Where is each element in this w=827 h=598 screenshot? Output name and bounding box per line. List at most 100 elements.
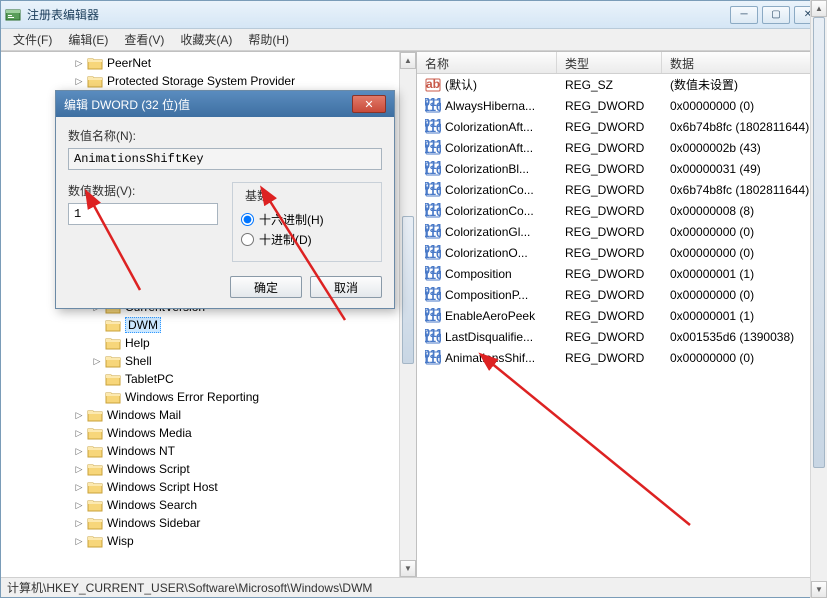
tree-node[interactable]: Help <box>1 334 416 352</box>
tree-toggle-icon[interactable]: ▷ <box>73 445 85 457</box>
tree-node[interactable]: ▷ Windows Script Host <box>1 478 416 496</box>
tree-toggle-icon[interactable]: ▷ <box>73 427 85 439</box>
cell-name: 011110Composition <box>417 266 557 282</box>
tree-toggle-icon[interactable]: ▷ <box>91 355 103 367</box>
tree-node[interactable]: ▷ Windows Search <box>1 496 416 514</box>
tree-toggle-icon[interactable]: ▷ <box>73 535 85 547</box>
minimize-button[interactable]: ─ <box>730 6 758 24</box>
cell-type: REG_DWORD <box>557 330 662 344</box>
list-row[interactable]: 011110EnableAeroPeekREG_DWORD0x00000001 … <box>417 305 826 326</box>
radio-dec-label: 十进制(D) <box>259 231 312 248</box>
dialog-titlebar[interactable]: 编辑 DWORD (32 位)值 ✕ <box>56 91 394 117</box>
list-body[interactable]: ab(默认)REG_SZ(数值未设置)011110AlwaysHiberna..… <box>417 74 826 577</box>
scroll-down-button[interactable]: ▼ <box>400 560 416 577</box>
tree-toggle-icon[interactable]: ▷ <box>73 75 85 87</box>
tree-toggle-icon[interactable]: ▷ <box>73 463 85 475</box>
menu-help[interactable]: 帮助(H) <box>240 29 297 50</box>
list-row[interactable]: 011110ColorizationCo...REG_DWORD0x000000… <box>417 200 826 221</box>
cell-data: 0x6b74b8fc (1802811644) <box>662 183 826 197</box>
tree-node[interactable]: ▷Windows Sidebar <box>1 514 416 532</box>
ok-button[interactable]: 确定 <box>230 276 302 298</box>
col-header-name[interactable]: 名称 <box>417 52 557 73</box>
tree-scrollbar[interactable]: ▲ ▼ <box>399 52 416 577</box>
svg-text:110: 110 <box>425 352 441 366</box>
list-pane: 名称 类型 数据 ab(默认)REG_SZ(数值未设置)011110Always… <box>417 52 826 577</box>
tree-node[interactable]: ▷Protected Storage System Provider <box>1 72 416 90</box>
tree-toggle-icon[interactable]: ▷ <box>73 409 85 421</box>
dialog-close-button[interactable]: ✕ <box>352 95 386 113</box>
menu-edit[interactable]: 编辑(E) <box>60 29 116 50</box>
tree-toggle-icon[interactable]: ▷ <box>73 499 85 511</box>
list-row[interactable]: 011110AlwaysHiberna...REG_DWORD0x0000000… <box>417 95 826 116</box>
tree-node[interactable]: ▷Wisp <box>1 532 416 550</box>
tree-toggle-icon[interactable]: ▷ <box>73 481 85 493</box>
value-icon: 011110 <box>425 203 441 219</box>
value-icon: 011110 <box>425 308 441 324</box>
folder-icon <box>87 534 103 548</box>
tree-node[interactable]: ▷PeerNet <box>1 54 416 72</box>
list-row[interactable]: 011110ColorizationO...REG_DWORD0x0000000… <box>417 242 826 263</box>
tree-toggle-icon[interactable]: ▷ <box>73 57 85 69</box>
cell-name: 011110CompositionP... <box>417 287 557 303</box>
tree-node[interactable]: ▷Shell <box>1 352 416 370</box>
tree-label: Windows Mail <box>107 408 181 422</box>
value-data-input[interactable] <box>68 203 218 225</box>
radio-dec-row[interactable]: 十进制(D) <box>241 231 373 248</box>
tree-node[interactable]: ▷ Windows Script <box>1 460 416 478</box>
col-header-type[interactable]: 类型 <box>557 52 662 73</box>
scroll-thumb[interactable] <box>402 216 414 363</box>
list-scrollbar[interactable]: ▲ ▼ <box>810 74 826 577</box>
dialog-body: 数值名称(N): 数值数据(V): 基数 十六进制(H) 十进制(D) <box>56 117 394 308</box>
list-row[interactable]: 011110CompositionP...REG_DWORD0x00000000… <box>417 284 826 305</box>
tree-node[interactable]: ▷Windows Media <box>1 424 416 442</box>
scroll-up-button[interactable]: ▲ <box>400 52 416 69</box>
cancel-button[interactable]: 取消 <box>310 276 382 298</box>
col-header-data[interactable]: 数据 <box>662 52 826 73</box>
list-row[interactable]: 011110ColorizationBl...REG_DWORD0x000000… <box>417 158 826 179</box>
menu-view[interactable]: 查看(V) <box>116 29 172 50</box>
radio-dec[interactable] <box>241 233 254 246</box>
cell-data: (数值未设置) <box>662 76 826 93</box>
svg-text:110: 110 <box>425 289 441 303</box>
list-row[interactable]: 011110CompositionREG_DWORD0x00000001 (1) <box>417 263 826 284</box>
list-row[interactable]: ab(默认)REG_SZ(数值未设置) <box>417 74 826 95</box>
list-row[interactable]: 011110ColorizationGl...REG_DWORD0x000000… <box>417 221 826 242</box>
cell-data: 0x00000001 (1) <box>662 267 826 281</box>
scroll-track[interactable] <box>400 69 416 560</box>
list-row[interactable]: 011110ColorizationAft...REG_DWORD0x6b74b… <box>417 116 826 137</box>
list-row[interactable]: 011110ColorizationCo...REG_DWORD0x6b74b8… <box>417 179 826 200</box>
tree-label: Windows Script Host <box>107 480 218 494</box>
scroll-track[interactable] <box>811 74 826 577</box>
folder-icon <box>87 426 103 440</box>
folder-icon <box>87 516 103 530</box>
radio-hex[interactable] <box>241 213 254 226</box>
list-row[interactable]: 011110AnimationsShif...REG_DWORD0x000000… <box>417 347 826 368</box>
titlebar[interactable]: 注册表编辑器 ─ ▢ ✕ <box>1 1 826 29</box>
radio-hex-row[interactable]: 十六进制(H) <box>241 211 373 228</box>
scroll-thumb[interactable] <box>813 74 825 468</box>
cell-name: 011110LastDisqualifie... <box>417 329 557 345</box>
tree-toggle-icon[interactable] <box>91 337 103 349</box>
value-name-input[interactable] <box>68 148 382 170</box>
tree-label: Windows Search <box>107 498 197 512</box>
list-row[interactable]: 011110LastDisqualifie...REG_DWORD0x00153… <box>417 326 826 347</box>
tree-label: Windows Script <box>107 462 190 476</box>
tree-toggle-icon[interactable] <box>91 391 103 403</box>
tree-node[interactable]: ▷ Windows Mail <box>1 406 416 424</box>
tree-node[interactable]: Windows Error Reporting <box>1 388 416 406</box>
tree-toggle-icon[interactable]: ▷ <box>73 517 85 529</box>
svg-text:110: 110 <box>425 142 441 156</box>
menu-file[interactable]: 文件(F) <box>5 29 60 50</box>
tree-node[interactable]: ▷Windows NT <box>1 442 416 460</box>
tree-node[interactable]: TabletPC <box>1 370 416 388</box>
tree-node[interactable]: DWM <box>1 316 416 334</box>
folder-icon <box>105 336 121 350</box>
tree-toggle-icon[interactable] <box>91 319 103 331</box>
maximize-button[interactable]: ▢ <box>762 6 790 24</box>
menu-favorites[interactable]: 收藏夹(A) <box>172 29 240 50</box>
cell-name: 011110ColorizationAft... <box>417 140 557 156</box>
cell-name: 011110AnimationsShif... <box>417 350 557 366</box>
tree-label: Help <box>125 336 150 350</box>
list-row[interactable]: 011110ColorizationAft...REG_DWORD0x00000… <box>417 137 826 158</box>
tree-toggle-icon[interactable] <box>91 373 103 385</box>
